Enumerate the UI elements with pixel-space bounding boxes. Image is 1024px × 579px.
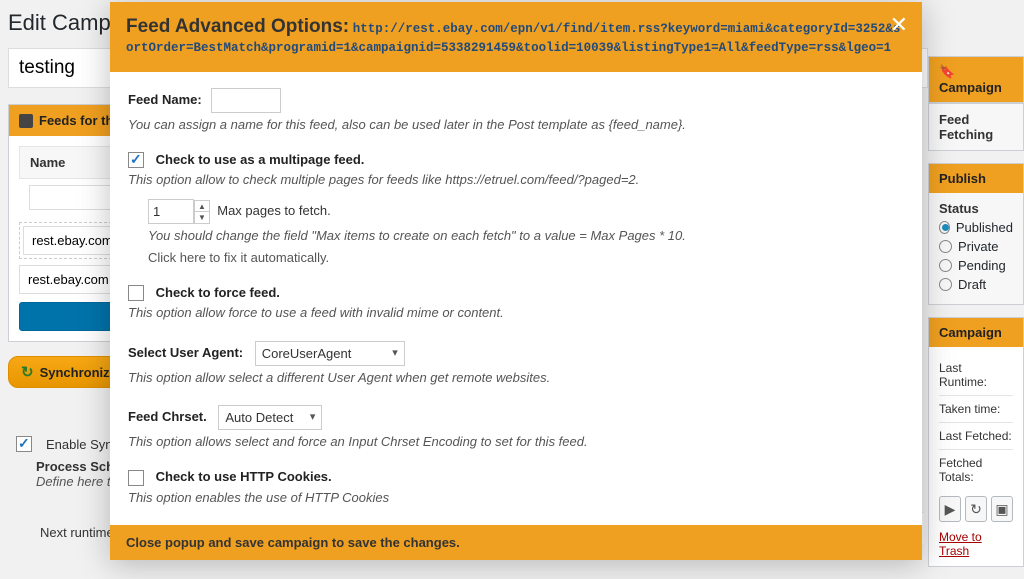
multipage-checkbox[interactable]	[128, 152, 144, 168]
feed-name-label: Feed Name:	[128, 91, 202, 106]
user-agent-label: Select User Agent:	[128, 345, 243, 360]
feed-advanced-modal: Feed Advanced Options: http://rest.ebay.…	[110, 2, 922, 560]
user-agent-help: This option allow select a different Use…	[128, 369, 904, 387]
modal-title: Feed Advanced Options:	[126, 16, 349, 37]
feed-name-help: You can assign a name for this feed, als…	[128, 116, 904, 134]
force-feed-checkbox[interactable]	[128, 285, 144, 301]
multipage-label: Check to use as a multipage feed.	[156, 152, 365, 167]
close-icon[interactable]: ✕	[890, 12, 908, 38]
force-feed-label: Check to force feed.	[156, 285, 280, 300]
max-pages-fix-link[interactable]: Click here to fix it automatically.	[148, 249, 904, 267]
cookies-label: Check to use HTTP Cookies.	[156, 469, 332, 484]
charset-label: Feed Chrset.	[128, 409, 207, 424]
modal-footer-note: Close popup and save campaign to save th…	[110, 525, 922, 560]
max-pages-label: Max pages to fetch.	[217, 203, 330, 218]
max-pages-input[interactable]: 1	[148, 199, 194, 224]
max-pages-spinner[interactable]: ▲▼	[194, 200, 210, 224]
multipage-help: This option allow to check multiple page…	[128, 171, 904, 189]
max-pages-help1: You should change the field "Max items t…	[148, 227, 904, 245]
charset-help: This option allows select and force an I…	[128, 433, 904, 451]
force-feed-help: This option allow force to use a feed wi…	[128, 304, 904, 322]
cookies-help: This option enables the use of HTTP Cook…	[128, 489, 904, 507]
charset-select[interactable]: Auto Detect	[218, 405, 322, 430]
feed-name-input[interactable]	[211, 88, 281, 113]
user-agent-select[interactable]: CoreUserAgent	[255, 341, 405, 366]
cookies-checkbox[interactable]	[128, 470, 144, 486]
